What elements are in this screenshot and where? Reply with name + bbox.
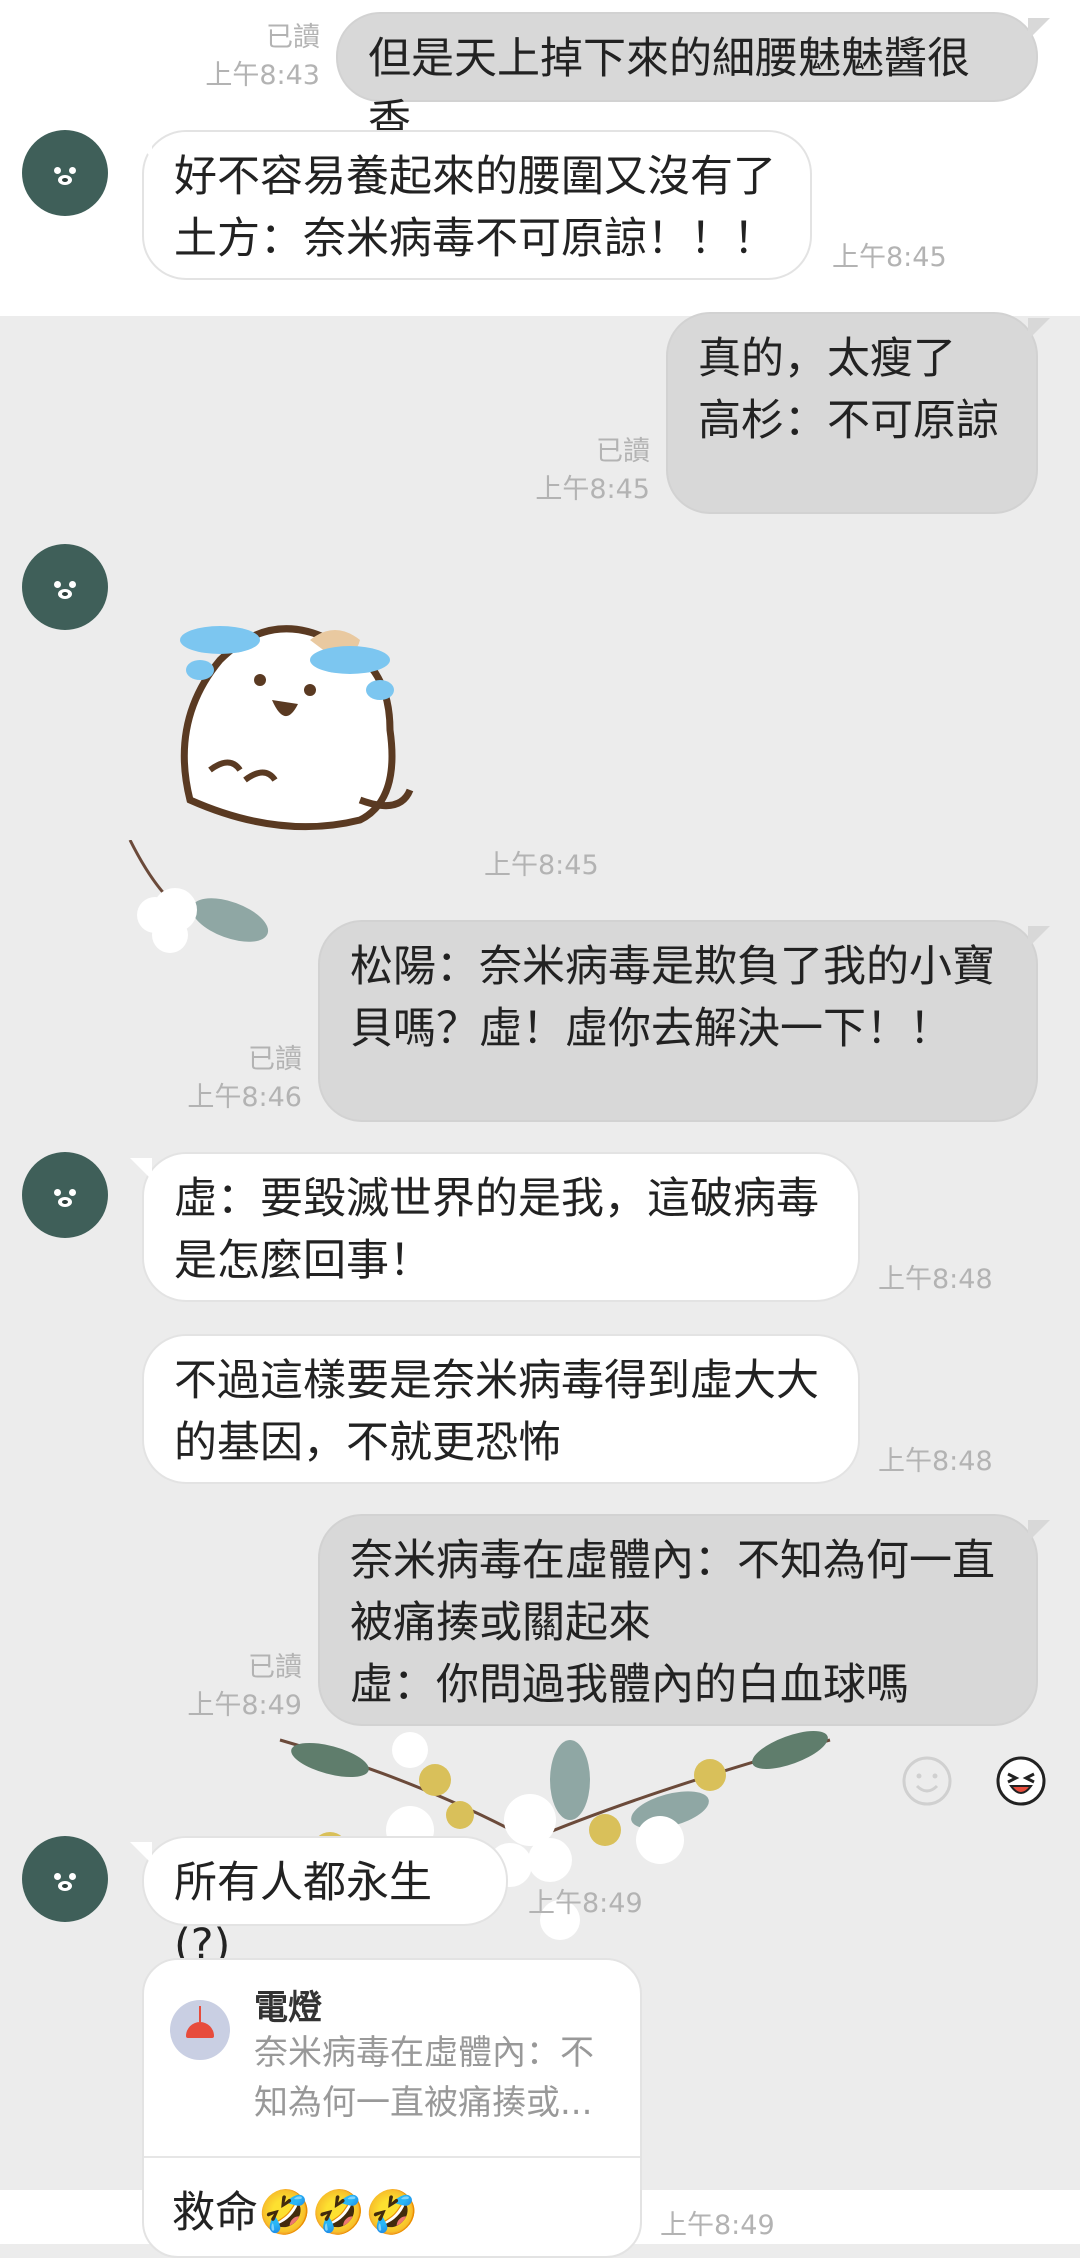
reply-sender-name: 電燈 — [254, 1988, 322, 2028]
message-time: 上午8:49 — [660, 2210, 775, 2241]
outgoing-message[interactable]: 奈米病毒在虛體內：不知為何一直 被痛揍或關起來 虛：你問過我體內的白血球嗎 — [318, 1514, 1050, 1726]
crying-cat-sticker[interactable] — [160, 600, 440, 840]
reply-quote: 奈米病毒在虛體內：不知為何一直被痛揍或... — [254, 2033, 594, 2123]
bear-avatar-icon[interactable] — [22, 544, 108, 630]
read-receipt: 已讀 — [266, 22, 320, 53]
message-time: 上午8:49 — [528, 1888, 643, 1919]
bear-avatar-icon[interactable] — [22, 130, 108, 216]
read-receipt: 已讀 — [596, 436, 650, 467]
message-time: 上午8:45 — [535, 474, 650, 505]
reply-text: 救命🤣🤣🤣 — [172, 2188, 419, 2238]
message-time: 上午8:43 — [205, 60, 320, 91]
cotton-flower-decoration — [128, 840, 269, 953]
outgoing-message[interactable]: 松陽：奈米病毒是欺負了我的小寶 貝嗎？虛！虛你去解決一下！！ — [318, 920, 1050, 1122]
incoming-message[interactable]: 不過這樣要是奈米病毒得到虛大大 的基因，不就更恐怖 — [142, 1334, 860, 1484]
outgoing-message[interactable]: 但是天上掉下來的細腰魅魅醬很香 — [336, 12, 1050, 146]
read-receipt: 已讀 — [248, 1652, 302, 1683]
bear-avatar-icon[interactable] — [22, 1152, 108, 1238]
incoming-message[interactable]: 所有人都永生(?) — [130, 1836, 508, 1970]
incoming-message[interactable]: 虛：要毀滅世界的是我，這破病毒 是怎麼回事！ — [130, 1152, 860, 1302]
message-time: 上午8:49 — [187, 1690, 302, 1721]
divider — [144, 2156, 640, 2158]
outgoing-message[interactable]: 真的，太瘦了 高杉：不可原諒 — [666, 312, 1050, 514]
read-receipt: 已讀 — [248, 1044, 302, 1075]
incoming-message[interactable]: 好不容易養起來的腰圍又沒有了 土方：奈米病毒不可原諒！！！ — [130, 130, 812, 280]
lamp-avatar-icon — [170, 2000, 230, 2060]
message-time: 上午8:48 — [878, 1446, 993, 1477]
message-time: 上午8:48 — [878, 1264, 993, 1295]
message-time: 上午8:46 — [187, 1082, 302, 1113]
message-time: 上午8:45 — [832, 242, 947, 273]
bear-avatar-icon[interactable] — [22, 1836, 108, 1922]
laughing-face-icon[interactable] — [996, 1756, 1046, 1806]
reply-message[interactable]: 電燈 奈米病毒在虛體內：不知為何一直被痛揍或... 救命🤣🤣🤣 — [142, 1958, 642, 2258]
smile-reaction-icon[interactable] — [902, 1756, 952, 1806]
message-time: 上午8:45 — [484, 850, 599, 881]
